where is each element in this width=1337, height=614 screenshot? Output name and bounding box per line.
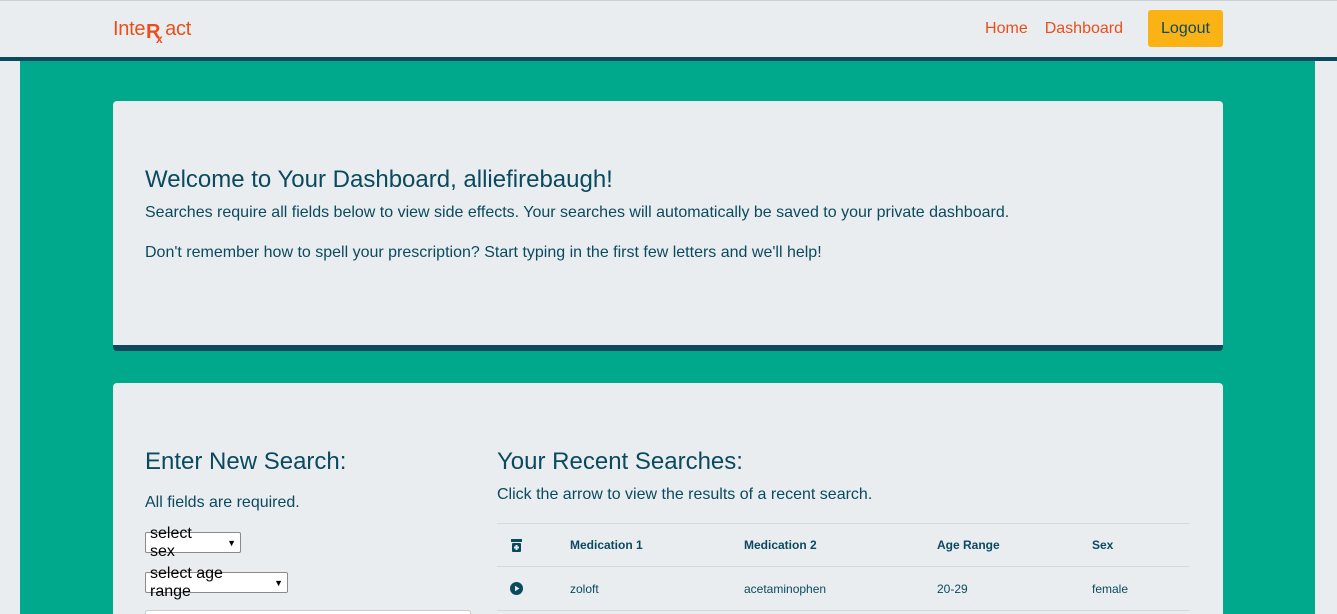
welcome-title: Welcome to Your Dashboard, alliefirebaug… xyxy=(145,166,613,193)
row-medication-1: zoloft xyxy=(570,581,599,596)
brand-suffix: act xyxy=(165,18,191,40)
chevron-down-icon: ▼ xyxy=(274,577,283,588)
play-circle-icon[interactable] xyxy=(509,567,523,610)
nav-links: Home Dashboard Logout xyxy=(985,10,1223,47)
search-card: Enter New Search: All fields are require… xyxy=(113,383,1223,614)
recent-searches-subtitle: Click the arrow to view the results of a… xyxy=(497,486,873,503)
medication-input[interactable] xyxy=(145,610,471,614)
welcome-card: Welcome to Your Dashboard, alliefirebaug… xyxy=(113,101,1223,351)
recent-searches-table: Medication 1 Medication 2 Age Range Sex … xyxy=(497,523,1190,611)
pill-bottle-icon xyxy=(509,524,523,566)
row-age-range: 20-29 xyxy=(937,581,968,596)
sex-select-value: select sex xyxy=(150,524,192,560)
welcome-instructions: Searches require all fields below to vie… xyxy=(145,204,1010,221)
svg-text:x: x xyxy=(156,32,163,43)
new-search-title: Enter New Search: xyxy=(145,448,347,475)
row-sex: female xyxy=(1092,581,1129,596)
new-search-subtitle: All fields are required. xyxy=(145,494,300,511)
brand-prefix: Inte xyxy=(113,18,146,40)
nav-dashboard-link[interactable]: Dashboard xyxy=(1045,20,1123,38)
welcome-hint: Don't remember how to spell your prescri… xyxy=(145,244,822,261)
row-medication-2: acetaminophen xyxy=(744,581,827,596)
recent-searches-title: Your Recent Searches: xyxy=(497,448,743,475)
column-header-medication-2: Medication 2 xyxy=(744,538,817,552)
brand-logo[interactable]: Inte R x act xyxy=(113,18,191,43)
column-header-age-range: Age Range xyxy=(937,538,1000,552)
nav-home-link[interactable]: Home xyxy=(985,20,1028,38)
age-range-select[interactable]: select age range ▼ xyxy=(145,565,288,600)
table-header: Medication 1 Medication 2 Age Range Sex xyxy=(497,523,1190,567)
logout-button[interactable]: Logout xyxy=(1148,10,1223,47)
navbar: Inte R x act Home Dashboard Logout xyxy=(0,0,1337,61)
chevron-down-icon: ▼ xyxy=(227,537,236,548)
sex-select[interactable]: select sex ▼ xyxy=(145,525,241,560)
rx-icon: R x xyxy=(146,21,165,43)
column-header-medication-1: Medication 1 xyxy=(570,538,643,552)
age-select-value: select age range xyxy=(150,564,223,600)
column-header-sex: Sex xyxy=(1092,538,1114,552)
table-row: zoloft acetaminophen 20-29 female xyxy=(497,567,1190,611)
